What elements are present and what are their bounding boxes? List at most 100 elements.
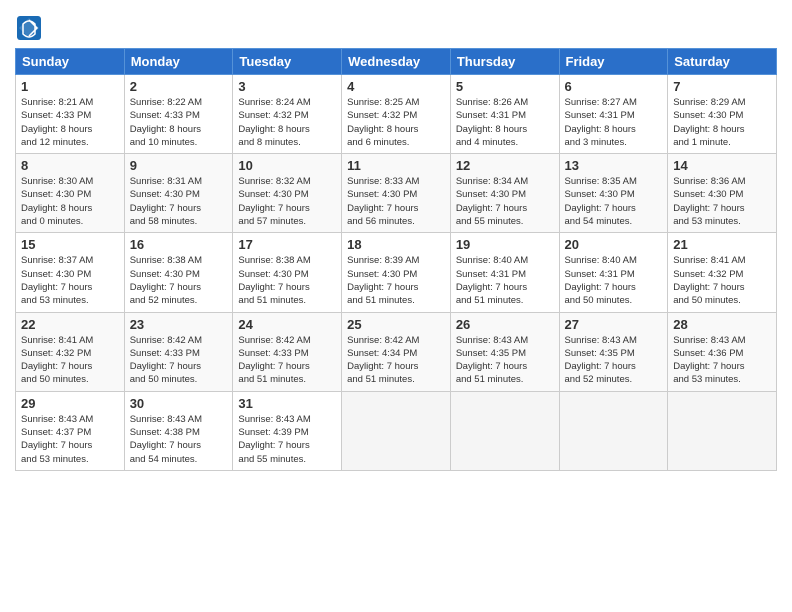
day-detail: Sunrise: 8:36 AMSunset: 4:30 PMDaylight:…: [673, 175, 771, 228]
day-detail: Sunrise: 8:38 AMSunset: 4:30 PMDaylight:…: [130, 254, 228, 307]
day-detail: Sunrise: 8:42 AMSunset: 4:34 PMDaylight:…: [347, 334, 445, 387]
calendar-cell: 4Sunrise: 8:25 AMSunset: 4:32 PMDaylight…: [342, 75, 451, 154]
calendar-cell: 29 Sunrise: 8:43 AMSunset: 4:37 PMDayligh…: [16, 391, 125, 470]
day-number: 9: [130, 158, 228, 173]
calendar-cell: 14 Sunrise: 8:36 AMSunset: 4:30 PMDayligh…: [668, 154, 777, 233]
calendar-cell: 13 Sunrise: 8:35 AMSunset: 4:30 PMDayligh…: [559, 154, 668, 233]
day-detail: Sunrise: 8:25 AMSunset: 4:32 PMDaylight:…: [347, 96, 445, 149]
day-detail: Sunrise: 8:40 AMSunset: 4:31 PMDaylight:…: [565, 254, 663, 307]
week-row-5: 29 Sunrise: 8:43 AMSunset: 4:37 PMDayligh…: [16, 391, 777, 470]
day-detail: Sunrise: 8:38 AMSunset: 4:30 PMDaylight:…: [238, 254, 336, 307]
day-detail: Sunrise: 8:33 AMSunset: 4:30 PMDaylight:…: [347, 175, 445, 228]
day-number: 30: [130, 396, 228, 411]
day-detail: Sunrise: 8:43 AMSunset: 4:38 PMDaylight:…: [130, 413, 228, 466]
day-number: 14: [673, 158, 771, 173]
calendar-cell: 5 Sunrise: 8:26 AMSunset: 4:31 PMDaylight…: [450, 75, 559, 154]
day-detail: Sunrise: 8:24 AMSunset: 4:32 PMDaylight:…: [238, 96, 336, 149]
day-number: 6: [565, 79, 663, 94]
day-detail: Sunrise: 8:40 AMSunset: 4:31 PMDaylight:…: [456, 254, 554, 307]
day-number: 26: [456, 317, 554, 332]
calendar-cell: 24 Sunrise: 8:42 AMSunset: 4:33 PMDayligh…: [233, 312, 342, 391]
day-detail: Sunrise: 8:30 AMSunset: 4:30 PMDaylight:…: [21, 175, 119, 228]
calendar-cell: 8 Sunrise: 8:30 AMSunset: 4:30 PMDaylight…: [16, 154, 125, 233]
day-detail: Sunrise: 8:42 AMSunset: 4:33 PMDaylight:…: [130, 334, 228, 387]
weekday-header-wednesday: Wednesday: [342, 49, 451, 75]
calendar-cell: 31Sunrise: 8:43 AMSunset: 4:39 PMDayligh…: [233, 391, 342, 470]
day-detail: Sunrise: 8:39 AMSunset: 4:30 PMDaylight:…: [347, 254, 445, 307]
calendar-cell: [559, 391, 668, 470]
day-number: 17: [238, 237, 336, 252]
weekday-header-tuesday: Tuesday: [233, 49, 342, 75]
header: [15, 10, 777, 42]
day-detail: Sunrise: 8:43 AMSunset: 4:35 PMDaylight:…: [456, 334, 554, 387]
calendar-cell: 12Sunrise: 8:34 AMSunset: 4:30 PMDayligh…: [450, 154, 559, 233]
day-detail: Sunrise: 8:27 AMSunset: 4:31 PMDaylight:…: [565, 96, 663, 149]
calendar-cell: 23 Sunrise: 8:42 AMSunset: 4:33 PMDayligh…: [124, 312, 233, 391]
day-number: 3: [238, 79, 336, 94]
day-number: 19: [456, 237, 554, 252]
day-number: 7: [673, 79, 771, 94]
calendar-cell: 17 Sunrise: 8:38 AMSunset: 4:30 PMDayligh…: [233, 233, 342, 312]
day-detail: Sunrise: 8:26 AMSunset: 4:31 PMDaylight:…: [456, 96, 554, 149]
calendar-cell: 1Sunrise: 8:21 AMSunset: 4:33 PMDaylight…: [16, 75, 125, 154]
day-detail: Sunrise: 8:43 AMSunset: 4:39 PMDaylight:…: [238, 413, 336, 466]
calendar-cell: [342, 391, 451, 470]
day-detail: Sunrise: 8:35 AMSunset: 4:30 PMDaylight:…: [565, 175, 663, 228]
day-detail: Sunrise: 8:43 AMSunset: 4:35 PMDaylight:…: [565, 334, 663, 387]
day-detail: Sunrise: 8:31 AMSunset: 4:30 PMDaylight:…: [130, 175, 228, 228]
day-detail: Sunrise: 8:22 AMSunset: 4:33 PMDaylight:…: [130, 96, 228, 149]
day-detail: Sunrise: 8:41 AMSunset: 4:32 PMDaylight:…: [673, 254, 771, 307]
day-number: 8: [21, 158, 119, 173]
day-detail: Sunrise: 8:37 AMSunset: 4:30 PMDaylight:…: [21, 254, 119, 307]
day-number: 13: [565, 158, 663, 173]
weekday-header-row: SundayMondayTuesdayWednesdayThursdayFrid…: [16, 49, 777, 75]
logo: [15, 14, 47, 42]
calendar-cell: 16 Sunrise: 8:38 AMSunset: 4:30 PMDayligh…: [124, 233, 233, 312]
week-row-2: 8 Sunrise: 8:30 AMSunset: 4:30 PMDaylight…: [16, 154, 777, 233]
day-number: 29: [21, 396, 119, 411]
day-number: 18: [347, 237, 445, 252]
calendar-cell: 18 Sunrise: 8:39 AMSunset: 4:30 PMDayligh…: [342, 233, 451, 312]
weekday-header-monday: Monday: [124, 49, 233, 75]
calendar-cell: 30 Sunrise: 8:43 AMSunset: 4:38 PMDayligh…: [124, 391, 233, 470]
weekday-header-saturday: Saturday: [668, 49, 777, 75]
page: SundayMondayTuesdayWednesdayThursdayFrid…: [0, 0, 792, 612]
day-number: 20: [565, 237, 663, 252]
day-detail: Sunrise: 8:34 AMSunset: 4:30 PMDaylight:…: [456, 175, 554, 228]
calendar-cell: 26 Sunrise: 8:43 AMSunset: 4:35 PMDayligh…: [450, 312, 559, 391]
calendar-cell: 11 Sunrise: 8:33 AMSunset: 4:30 PMDayligh…: [342, 154, 451, 233]
calendar-cell: 10Sunrise: 8:32 AMSunset: 4:30 PMDayligh…: [233, 154, 342, 233]
day-detail: Sunrise: 8:43 AMSunset: 4:36 PMDaylight:…: [673, 334, 771, 387]
calendar-cell: 9 Sunrise: 8:31 AMSunset: 4:30 PMDaylight…: [124, 154, 233, 233]
day-number: 15: [21, 237, 119, 252]
day-number: 11: [347, 158, 445, 173]
day-number: 22: [21, 317, 119, 332]
day-detail: Sunrise: 8:41 AMSunset: 4:32 PMDaylight:…: [21, 334, 119, 387]
calendar-cell: 15 Sunrise: 8:37 AMSunset: 4:30 PMDayligh…: [16, 233, 125, 312]
calendar-cell: 25Sunrise: 8:42 AMSunset: 4:34 PMDayligh…: [342, 312, 451, 391]
calendar-cell: 20 Sunrise: 8:40 AMSunset: 4:31 PMDayligh…: [559, 233, 668, 312]
calendar-cell: 22 Sunrise: 8:41 AMSunset: 4:32 PMDayligh…: [16, 312, 125, 391]
day-number: 28: [673, 317, 771, 332]
day-detail: Sunrise: 8:42 AMSunset: 4:33 PMDaylight:…: [238, 334, 336, 387]
weekday-header-thursday: Thursday: [450, 49, 559, 75]
calendar-cell: 2Sunrise: 8:22 AMSunset: 4:33 PMDaylight…: [124, 75, 233, 154]
day-number: 16: [130, 237, 228, 252]
calendar-cell: 19 Sunrise: 8:40 AMSunset: 4:31 PMDayligh…: [450, 233, 559, 312]
day-number: 21: [673, 237, 771, 252]
weekday-header-sunday: Sunday: [16, 49, 125, 75]
week-row-1: 1Sunrise: 8:21 AMSunset: 4:33 PMDaylight…: [16, 75, 777, 154]
day-number: 23: [130, 317, 228, 332]
calendar-cell: [668, 391, 777, 470]
calendar-cell: [450, 391, 559, 470]
day-detail: Sunrise: 8:43 AMSunset: 4:37 PMDaylight:…: [21, 413, 119, 466]
week-row-4: 22 Sunrise: 8:41 AMSunset: 4:32 PMDayligh…: [16, 312, 777, 391]
day-number: 5: [456, 79, 554, 94]
day-detail: Sunrise: 8:21 AMSunset: 4:33 PMDaylight:…: [21, 96, 119, 149]
calendar-cell: 6 Sunrise: 8:27 AMSunset: 4:31 PMDaylight…: [559, 75, 668, 154]
day-detail: Sunrise: 8:32 AMSunset: 4:30 PMDaylight:…: [238, 175, 336, 228]
weekday-header-friday: Friday: [559, 49, 668, 75]
day-number: 24: [238, 317, 336, 332]
week-row-3: 15 Sunrise: 8:37 AMSunset: 4:30 PMDayligh…: [16, 233, 777, 312]
calendar-cell: 28 Sunrise: 8:43 AMSunset: 4:36 PMDayligh…: [668, 312, 777, 391]
